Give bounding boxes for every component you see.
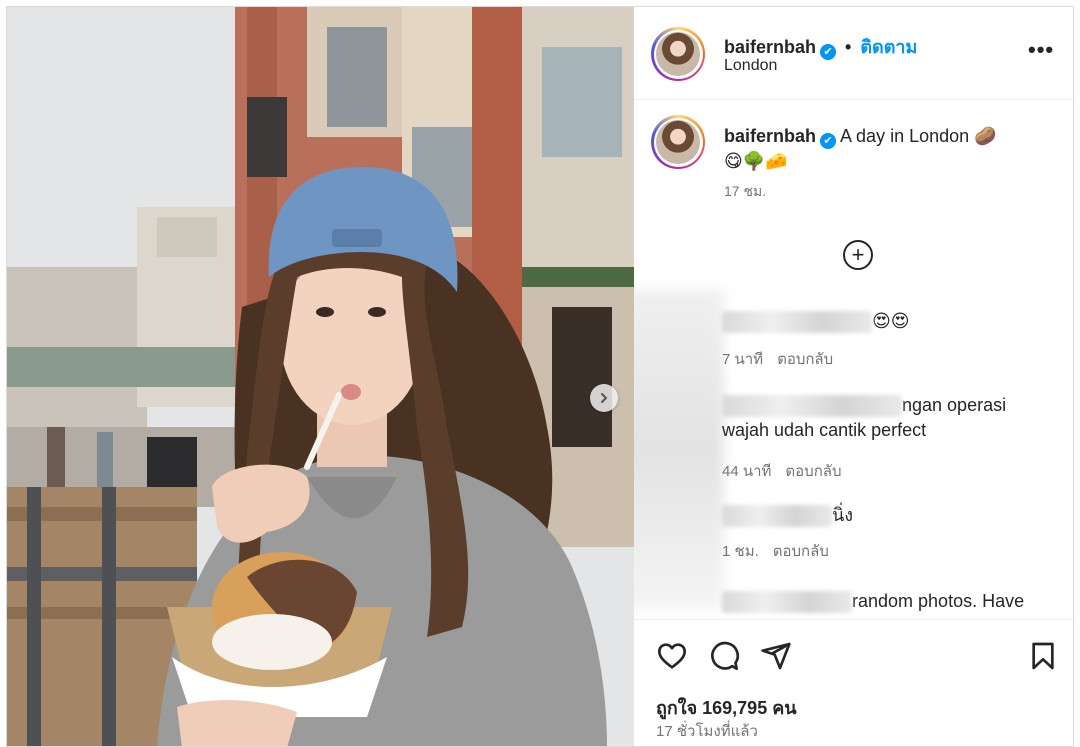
comment-body: นิ่ง xyxy=(832,505,854,525)
verified-badge-icon: ✔ xyxy=(820,133,837,149)
comment-time[interactable]: 7 นาที xyxy=(722,351,763,368)
comment-text: random photos. Have xyxy=(722,589,1067,614)
caption-time[interactable]: 17 ชม. xyxy=(724,181,766,203)
reply-button[interactable]: ตอบกลับ xyxy=(785,463,841,480)
heart-icon[interactable] xyxy=(656,640,688,672)
comment-text: ngan operasi xyxy=(722,393,1067,418)
caption-text-line: baifernbah ✔ A day in London 🥔 xyxy=(724,123,1054,149)
blurred-username xyxy=(722,395,902,418)
comment-body: random photos. Have xyxy=(852,591,1025,611)
post-photo[interactable] xyxy=(7,7,634,746)
blurred-username xyxy=(722,311,872,334)
comment-meta: 1 ชม. ตอบกลับ xyxy=(722,539,843,563)
comment-body: ngan operasi xyxy=(902,395,1007,415)
blurred-username xyxy=(722,591,852,614)
post-actions: ถูกใจ 169,795 คน 17 ชั่วโมงที่แล้ว xyxy=(634,619,1073,746)
avatar-ring-inner xyxy=(653,117,703,167)
comments-scroll-area[interactable]: baifernbah ✔ A day in London 🥔 😋🌳🧀 17 ชม.… xyxy=(634,7,1073,619)
comment-time[interactable]: 1 ชม. xyxy=(722,543,759,560)
comment-text-line2: wajah udah cantik perfect xyxy=(722,420,927,440)
share-icon[interactable] xyxy=(760,640,792,672)
blurred-avatars xyxy=(634,289,724,609)
load-more-comments-button[interactable]: + xyxy=(843,240,873,270)
chevron-right-icon xyxy=(601,393,607,403)
bookmark-icon[interactable] xyxy=(1027,640,1059,672)
comment-meta: 44 นาที ตอบกลับ xyxy=(722,459,856,483)
caption-emoji-line: 😋🌳🧀 xyxy=(724,151,788,171)
caption-avatar[interactable] xyxy=(651,115,705,169)
instagram-post: baifernbah ✔ • ติดตาม London ••• baifernb… xyxy=(6,6,1074,747)
comment-text: 😍😍 xyxy=(722,309,1067,334)
comment-time[interactable]: 44 นาที xyxy=(722,463,771,480)
post-sidebar: baifernbah ✔ • ติดตาม London ••• baifernb… xyxy=(634,7,1073,746)
caption-text: A day in London 🥔 xyxy=(840,126,997,146)
avatar-image xyxy=(656,120,700,164)
comment-body: 😍😍 xyxy=(872,311,910,331)
comment-meta: 7 นาที ตอบกลับ xyxy=(722,347,847,371)
reply-button[interactable]: ตอบกลับ xyxy=(773,543,829,560)
comment-icon[interactable] xyxy=(708,640,740,672)
likes-count[interactable]: ถูกใจ 169,795 คน xyxy=(656,693,797,722)
reply-button[interactable]: ตอบกลับ xyxy=(777,351,833,368)
comment-text: นิ่ง xyxy=(722,503,1067,528)
caption-username[interactable]: baifernbah xyxy=(724,126,816,146)
photo-illustration xyxy=(7,7,634,746)
next-photo-button[interactable] xyxy=(590,384,618,412)
posted-time[interactable]: 17 ชั่วโมงที่แล้ว xyxy=(656,719,758,743)
blurred-username xyxy=(722,505,832,528)
